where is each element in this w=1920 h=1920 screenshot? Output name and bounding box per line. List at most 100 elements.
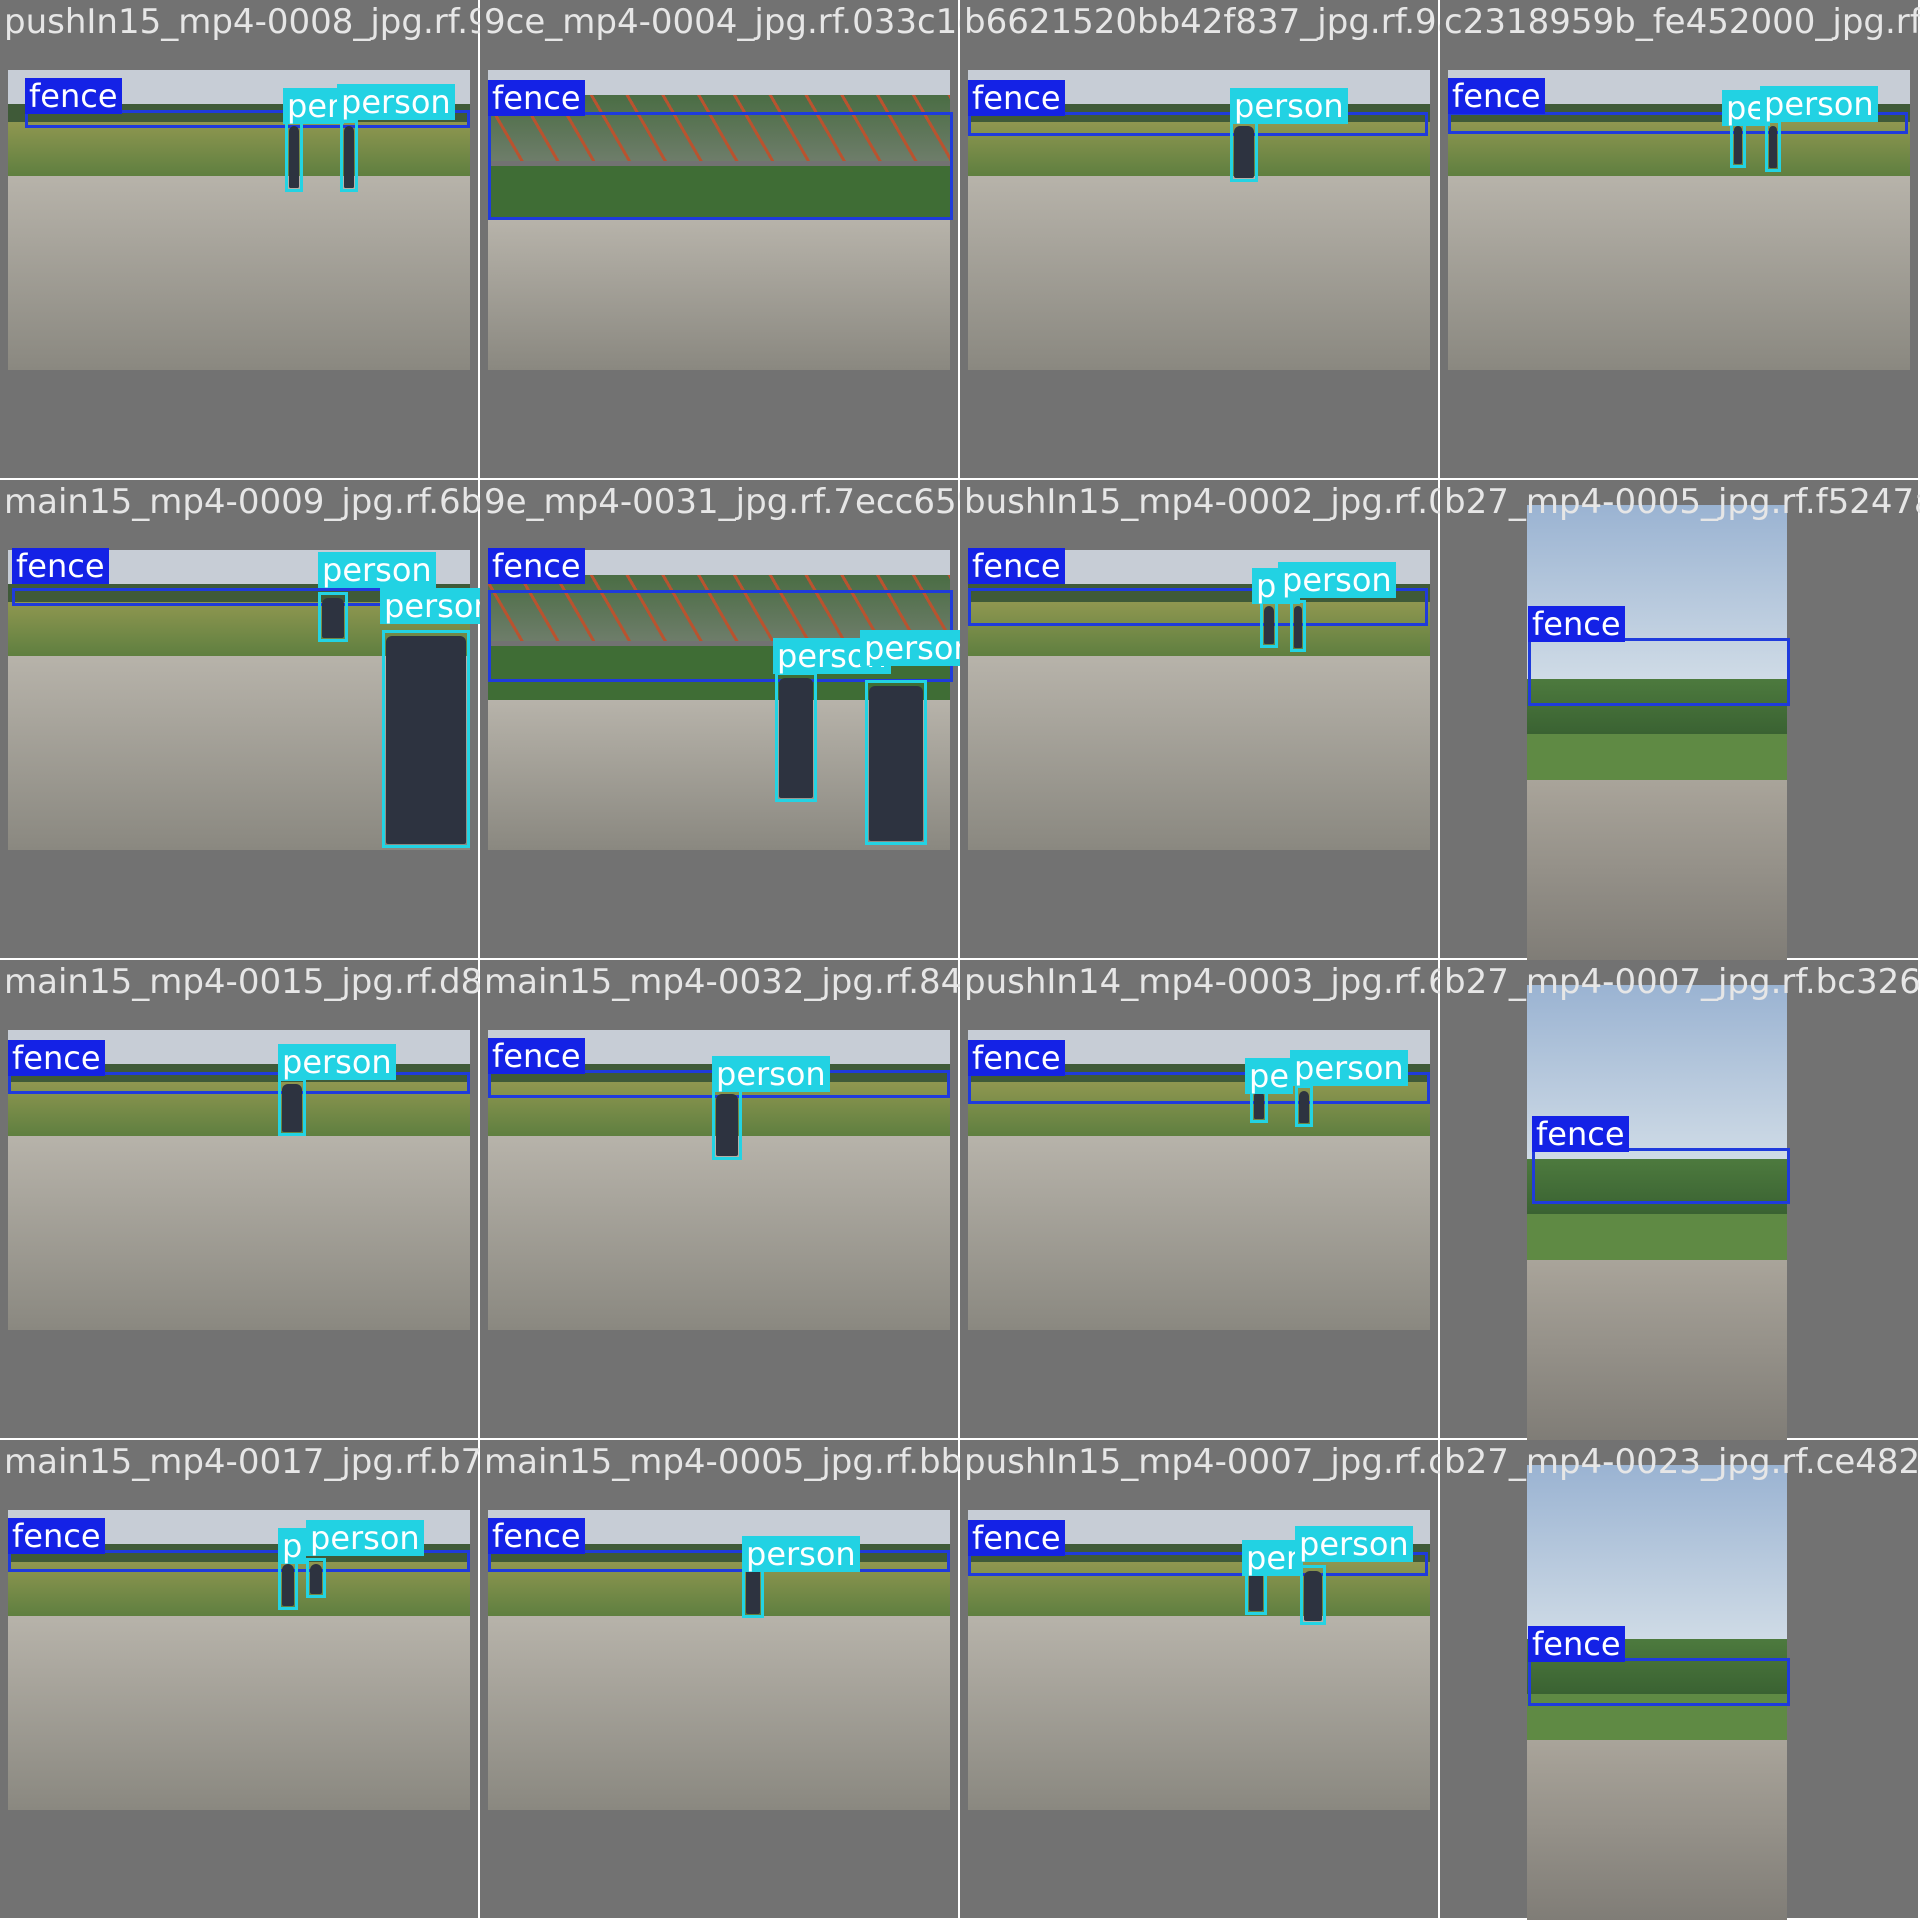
- fence-label: fence: [1448, 78, 1545, 114]
- image-tile: fence pe person bushIn15_mp4-0002_jpg.rf.0a: [960, 480, 1440, 960]
- image-tile: fence per person pushIn15_mp4-0008_jpg.rf.9…: [0, 0, 480, 480]
- person-bounding-box: [1300, 1565, 1326, 1625]
- person-label: person: [337, 84, 455, 120]
- fence-label: fence: [968, 1520, 1065, 1556]
- sand-ground: [8, 1136, 470, 1330]
- image-tile: fence person main15_mp4-0015_jpg.rf.d8: [0, 960, 480, 1440]
- fence-bounding-box: [1528, 1658, 1790, 1706]
- sky-area: [1527, 1465, 1787, 1640]
- person-label: person: [380, 588, 480, 624]
- tile-filename: main15_mp4-0009_jpg.rf.6bb: [4, 482, 480, 522]
- person-bounding-box: [285, 120, 303, 192]
- person-bounding-box: [775, 672, 817, 802]
- image-tile: fence per person pushIn15_mp4-0007_jpg.rf.c…: [960, 1440, 1440, 1920]
- tile-filename: pushIn15_mp4-0008_jpg.rf.9c_3841930642bb…: [4, 2, 480, 42]
- fence-label: fence: [1528, 1626, 1625, 1662]
- fence-label: fence: [488, 548, 585, 584]
- fence-label: fence: [968, 80, 1065, 116]
- person-label: person: [1278, 562, 1396, 598]
- tile-filename: 9ce_mp4-0004_jpg.rf.033c1d5b: [484, 2, 960, 42]
- sand-ground: [1448, 176, 1910, 370]
- person-label: p: [278, 1528, 307, 1564]
- image-tile: fence b27_mp4-0023_jpg.rf.ce4827: [1440, 1440, 1920, 1920]
- person-bounding-box: [712, 1088, 742, 1160]
- sand-ground: [1527, 779, 1787, 960]
- person-label: person: [1295, 1526, 1413, 1562]
- person-label: person: [318, 552, 436, 588]
- person-bounding-box: [1290, 600, 1306, 652]
- sand-ground: [1527, 1259, 1787, 1440]
- fence-label: fence: [968, 1040, 1065, 1076]
- person-label: person: [1760, 86, 1878, 122]
- person-bounding-box: [1260, 600, 1278, 648]
- scene-photo: [1527, 505, 1787, 960]
- fence-label: fence: [1528, 606, 1625, 642]
- sand-ground: [488, 1136, 950, 1330]
- sand-ground: [8, 176, 470, 370]
- fence-label: fence: [488, 1038, 585, 1074]
- person-label: pe: [1245, 1058, 1293, 1094]
- sand-ground: [8, 1616, 470, 1810]
- person-label: person: [742, 1536, 860, 1572]
- fence-bounding-box: [488, 112, 953, 220]
- detection-mosaic-grid: fence per person pushIn15_mp4-0008_jpg.rf.9…: [0, 0, 1920, 1920]
- tile-filename: b27_mp4-0007_jpg.rf.bc326b: [1444, 962, 1920, 1002]
- fence-label: fence: [488, 1518, 585, 1554]
- image-tile: fence p person main15_mp4-0017_jpg.rf.b7: [0, 1440, 480, 1920]
- tile-filename: pushIn14_mp4-0003_jpg.rf.6: [964, 962, 1440, 1002]
- person-label: per: [1242, 1540, 1304, 1576]
- person-bounding-box: [1295, 1085, 1313, 1127]
- image-tile: fence pe person c2318959b_fe452000_jpg.rf.c: [1440, 0, 1920, 480]
- tile-filename: 9e_mp4-0031_jpg.rf.7ecc659: [484, 482, 960, 522]
- image-tile: fencepersonperson9e_mp4-0031_jpg.rf.7ecc…: [480, 480, 960, 960]
- person-label: person: [1290, 1050, 1408, 1086]
- tile-filename: main15_mp4-0017_jpg.rf.b7: [4, 1442, 480, 1482]
- sand-ground: [968, 176, 1430, 370]
- person-bounding-box: [1765, 120, 1781, 172]
- tile-filename: b27_mp4-0005_jpg.rf.f5247a1: [1444, 482, 1920, 522]
- tile-filename: bushIn15_mp4-0002_jpg.rf.0a: [964, 482, 1440, 522]
- person-bounding-box: [306, 1558, 326, 1598]
- sand-ground: [488, 1616, 950, 1810]
- sand-ground: [968, 1136, 1430, 1330]
- person-bounding-box: [278, 1558, 298, 1610]
- fence-label: fence: [1532, 1116, 1629, 1152]
- tile-filename: main15_mp4-0005_jpg.rf.bb: [484, 1442, 960, 1482]
- fence-label: fence: [25, 78, 122, 114]
- person-bounding-box: [318, 592, 348, 642]
- tile-filename: pushIn15_mp4-0007_jpg.rf.c1: [964, 1442, 1440, 1482]
- fence-label: fence: [12, 548, 109, 584]
- tile-filename: b27_mp4-0023_jpg.rf.ce4827: [1444, 1442, 1920, 1482]
- person-label: person: [306, 1520, 424, 1556]
- sand-ground: [1527, 1739, 1787, 1920]
- image-tile: fence pe person pushIn14_mp4-0003_jpg.rf.6: [960, 960, 1440, 1440]
- person-bounding-box: [865, 680, 927, 845]
- person-bounding-box: [382, 630, 470, 848]
- image-tile: fence person main15_mp4-0032_jpg.rf.84: [480, 960, 960, 1440]
- grass-strip: [8, 122, 470, 176]
- sand-ground: [968, 656, 1430, 850]
- fence-label: fence: [8, 1518, 105, 1554]
- image-tile: fence b27_mp4-0007_jpg.rf.bc326b: [1440, 960, 1920, 1440]
- person-bounding-box: [278, 1078, 306, 1136]
- image-tile: fence person main15_mp4-0005_jpg.rf.bb: [480, 1440, 960, 1920]
- tile-filename: main15_mp4-0015_jpg.rf.d8: [4, 962, 480, 1002]
- tile-filename: c2318959b_fe452000_jpg.rf.c: [1444, 2, 1920, 42]
- person-bounding-box: [1230, 120, 1258, 182]
- image-tile: fence personperson main15_mp4-0009_jpg.rf.…: [0, 480, 480, 960]
- fence-label: fence: [968, 548, 1065, 584]
- image-tile: fence person b6621520bb42f837_jpg.rf.9a: [960, 0, 1440, 480]
- person-bounding-box: [340, 120, 358, 192]
- fence-label: fence: [8, 1040, 105, 1076]
- person-label: person: [712, 1056, 830, 1092]
- image-tile: fence b27_mp4-0005_jpg.rf.f5247a1: [1440, 480, 1920, 960]
- sand-ground: [488, 220, 950, 370]
- person-label: person: [1230, 88, 1348, 124]
- scene-photo: [1527, 985, 1787, 1440]
- image-tile: fencepeperson9ce_mp4-0004_jpg.rf.033c1d5…: [480, 0, 960, 480]
- tile-filename: main15_mp4-0032_jpg.rf.84: [484, 962, 960, 1002]
- person-bounding-box: [1730, 120, 1746, 168]
- fence-bounding-box: [1532, 1148, 1790, 1204]
- fence-bounding-box: [1528, 638, 1790, 706]
- fence-label: fence: [488, 80, 585, 116]
